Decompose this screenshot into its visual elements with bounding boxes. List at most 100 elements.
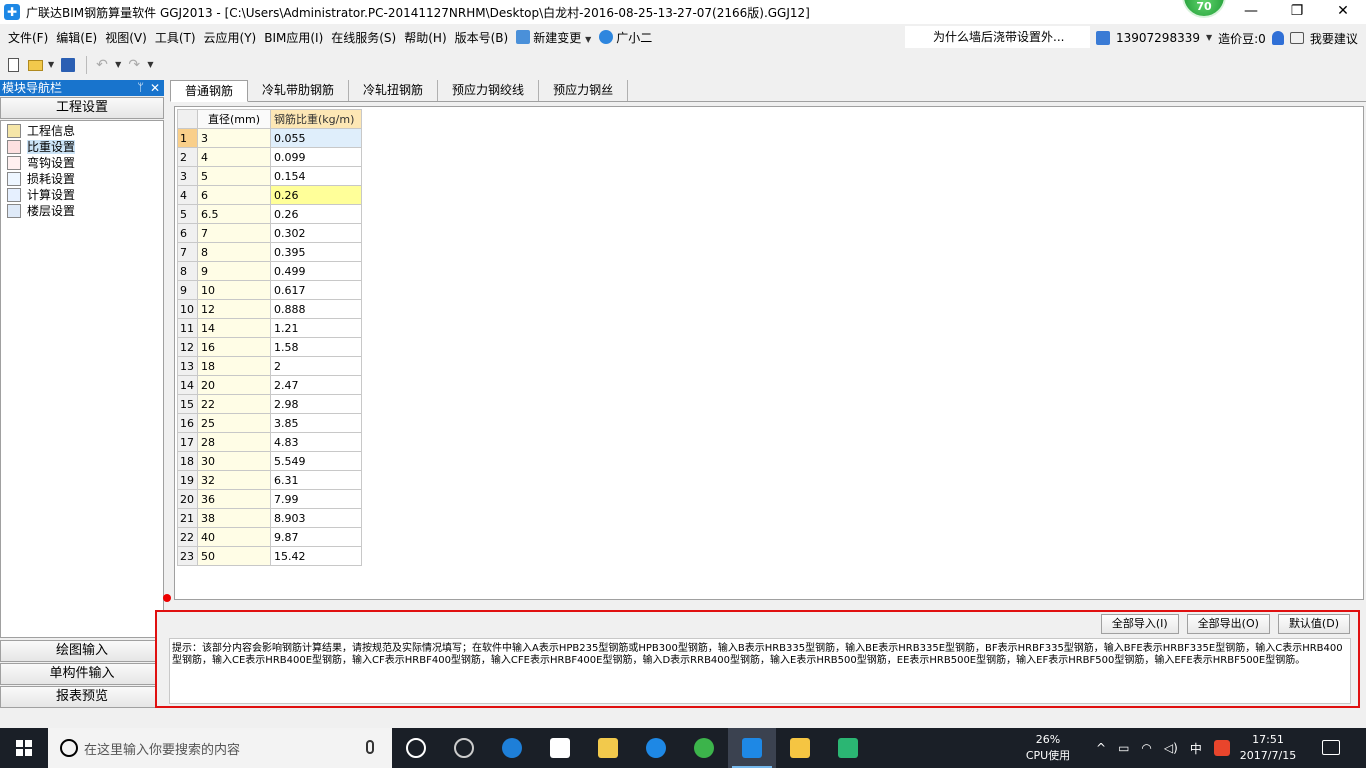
taskbar-app-g[interactable] <box>632 728 680 768</box>
user-dropdown-icon[interactable]: ▼ <box>1206 28 1212 48</box>
wifi-icon[interactable]: ◠ <box>1141 741 1151 755</box>
diameter-cell[interactable]: 14 <box>197 318 271 338</box>
nav-section-project-settings[interactable]: 工程设置 <box>0 97 164 119</box>
table-row[interactable]: 11 14 1.21 <box>177 318 362 338</box>
table-row[interactable]: 4 6 0.26 <box>177 185 362 205</box>
volume-icon[interactable]: ◁) <box>1164 741 1178 755</box>
cpu-meter[interactable]: 26% CPU使用 <box>1018 732 1078 764</box>
weight-cell[interactable]: 9.87 <box>270 527 362 547</box>
table-row[interactable]: 20 36 7.99 <box>177 489 362 509</box>
hint-ticker[interactable]: 为什么墙后浇带设置外... <box>905 26 1090 48</box>
taskbar-search[interactable]: 在这里输入你要搜索的内容 <box>48 728 392 768</box>
diameter-cell[interactable]: 9 <box>197 261 271 281</box>
redo-dropdown-icon[interactable]: ▼ <box>147 55 153 75</box>
tray-expand-icon[interactable]: ^ <box>1096 741 1106 755</box>
tab-prestressed-strand[interactable]: 预应力钢绞线 <box>438 80 540 101</box>
table-row[interactable]: 12 16 1.58 <box>177 337 362 357</box>
taskbar-app-task-view[interactable] <box>392 728 440 768</box>
open-dropdown-icon[interactable]: ▼ <box>48 55 54 75</box>
table-row[interactable]: 15 22 2.98 <box>177 394 362 414</box>
diameter-cell[interactable]: 16 <box>197 337 271 357</box>
weight-cell[interactable]: 2.98 <box>270 394 362 414</box>
diameter-cell[interactable]: 3 <box>197 128 271 148</box>
weight-cell[interactable]: 1.21 <box>270 318 362 338</box>
weight-cell[interactable]: 8.903 <box>270 508 362 528</box>
weight-cell[interactable]: 4.83 <box>270 432 362 452</box>
nav-section-report-preview[interactable]: 报表预览 <box>0 686 164 708</box>
minimize-button[interactable]: — <box>1228 0 1274 24</box>
sogou-icon[interactable] <box>1213 740 1230 756</box>
menu-help[interactable]: 帮助(H) <box>400 24 450 52</box>
weight-cell[interactable]: 0.154 <box>270 166 362 186</box>
tab-cold-rolled-ribbed[interactable]: 冷轧带肋钢筋 <box>248 80 350 101</box>
performance-badge[interactable]: 70 <box>1182 0 1226 18</box>
weight-cell[interactable]: 6.31 <box>270 470 362 490</box>
nav-section-single-component-input[interactable]: 单构件输入 <box>0 663 164 685</box>
weight-cell[interactable]: 7.99 <box>270 489 362 509</box>
table-row[interactable]: 1 3 0.055 <box>177 128 362 148</box>
header-diameter[interactable]: 直径(mm) <box>197 109 271 129</box>
table-row[interactable]: 5 6.5 0.26 <box>177 204 362 224</box>
diameter-cell[interactable]: 36 <box>197 489 271 509</box>
diameter-cell[interactable]: 10 <box>197 280 271 300</box>
table-row[interactable]: 18 30 5.549 <box>177 451 362 471</box>
table-row[interactable]: 22 40 9.87 <box>177 527 362 547</box>
new-file-button[interactable] <box>4 55 24 75</box>
close-button[interactable]: ✕ <box>1320 0 1366 24</box>
table-row[interactable]: 10 12 0.888 <box>177 299 362 319</box>
diameter-cell[interactable]: 50 <box>197 546 271 566</box>
pin-icon[interactable]: ᛘ <box>137 80 144 96</box>
tree-item-project-info[interactable]: 工程信息 <box>1 123 163 139</box>
taskbar-app-explorer[interactable] <box>584 728 632 768</box>
menu-tools[interactable]: 工具(T) <box>151 24 200 52</box>
tree-item-weight-settings[interactable]: 比重设置 <box>1 139 163 155</box>
diameter-cell[interactable]: 32 <box>197 470 271 490</box>
diameter-cell[interactable]: 18 <box>197 356 271 376</box>
battery-icon[interactable]: ▭ <box>1118 741 1129 755</box>
tree-item-floor-settings[interactable]: 楼层设置 <box>1 203 163 219</box>
undo-button[interactable]: ↶ <box>93 55 113 75</box>
table-row[interactable]: 23 50 15.42 <box>177 546 362 566</box>
diameter-cell[interactable]: 5 <box>197 166 271 186</box>
taskbar-app-glodon[interactable] <box>728 728 776 768</box>
table-row[interactable]: 13 18 2 <box>177 356 362 376</box>
start-button[interactable] <box>0 728 48 768</box>
table-row[interactable]: 16 25 3.85 <box>177 413 362 433</box>
suggest-link[interactable]: 我要建议 <box>1310 30 1358 47</box>
diameter-cell[interactable]: 4 <box>197 147 271 167</box>
table-row[interactable]: 3 5 0.154 <box>177 166 362 186</box>
new-change-menu[interactable]: 新建变更 ▼ <box>512 24 595 52</box>
header-weight[interactable]: 钢筋比重(kg/m) <box>270 109 362 129</box>
maximize-button[interactable]: ❐ <box>1274 0 1320 24</box>
weight-cell[interactable]: 0.099 <box>270 147 362 167</box>
nav-section-drawing-input[interactable]: 绘图输入 <box>0 640 164 662</box>
table-row[interactable]: 17 28 4.83 <box>177 432 362 452</box>
diameter-cell[interactable]: 6.5 <box>197 204 271 224</box>
menu-edit[interactable]: 编辑(E) <box>52 24 101 52</box>
diameter-cell[interactable]: 22 <box>197 394 271 414</box>
diameter-cell[interactable]: 28 <box>197 432 271 452</box>
save-button[interactable] <box>58 55 78 75</box>
default-values-button[interactable]: 默认值(D) <box>1277 614 1350 634</box>
bell-icon[interactable] <box>1271 31 1284 45</box>
table-row[interactable]: 14 20 2.47 <box>177 375 362 395</box>
tree-item-hook-settings[interactable]: 弯钩设置 <box>1 155 163 171</box>
weight-cell[interactable]: 0.302 <box>270 223 362 243</box>
diameter-cell[interactable]: 12 <box>197 299 271 319</box>
table-row[interactable]: 2 4 0.099 <box>177 147 362 167</box>
taskbar-app-edge[interactable] <box>488 728 536 768</box>
taskbar-app-notes[interactable] <box>776 728 824 768</box>
table-row[interactable]: 21 38 8.903 <box>177 508 362 528</box>
weight-cell[interactable]: 0.26 <box>270 185 362 205</box>
diameter-cell[interactable]: 30 <box>197 451 271 471</box>
taskbar-app-h[interactable] <box>824 728 872 768</box>
taskbar-app-360[interactable] <box>680 728 728 768</box>
tree-item-calc-settings[interactable]: 计算设置 <box>1 187 163 203</box>
weight-cell[interactable]: 0.395 <box>270 242 362 262</box>
weight-cell[interactable]: 15.42 <box>270 546 362 566</box>
nav-close-icon[interactable]: ✕ <box>150 80 160 96</box>
user-phone[interactable]: 13907298339 <box>1116 31 1200 45</box>
tab-cold-rolled-twisted[interactable]: 冷轧扭钢筋 <box>349 80 439 101</box>
beans-count[interactable]: 造价豆:0 <box>1218 30 1266 47</box>
undo-dropdown-icon[interactable]: ▼ <box>115 55 121 75</box>
